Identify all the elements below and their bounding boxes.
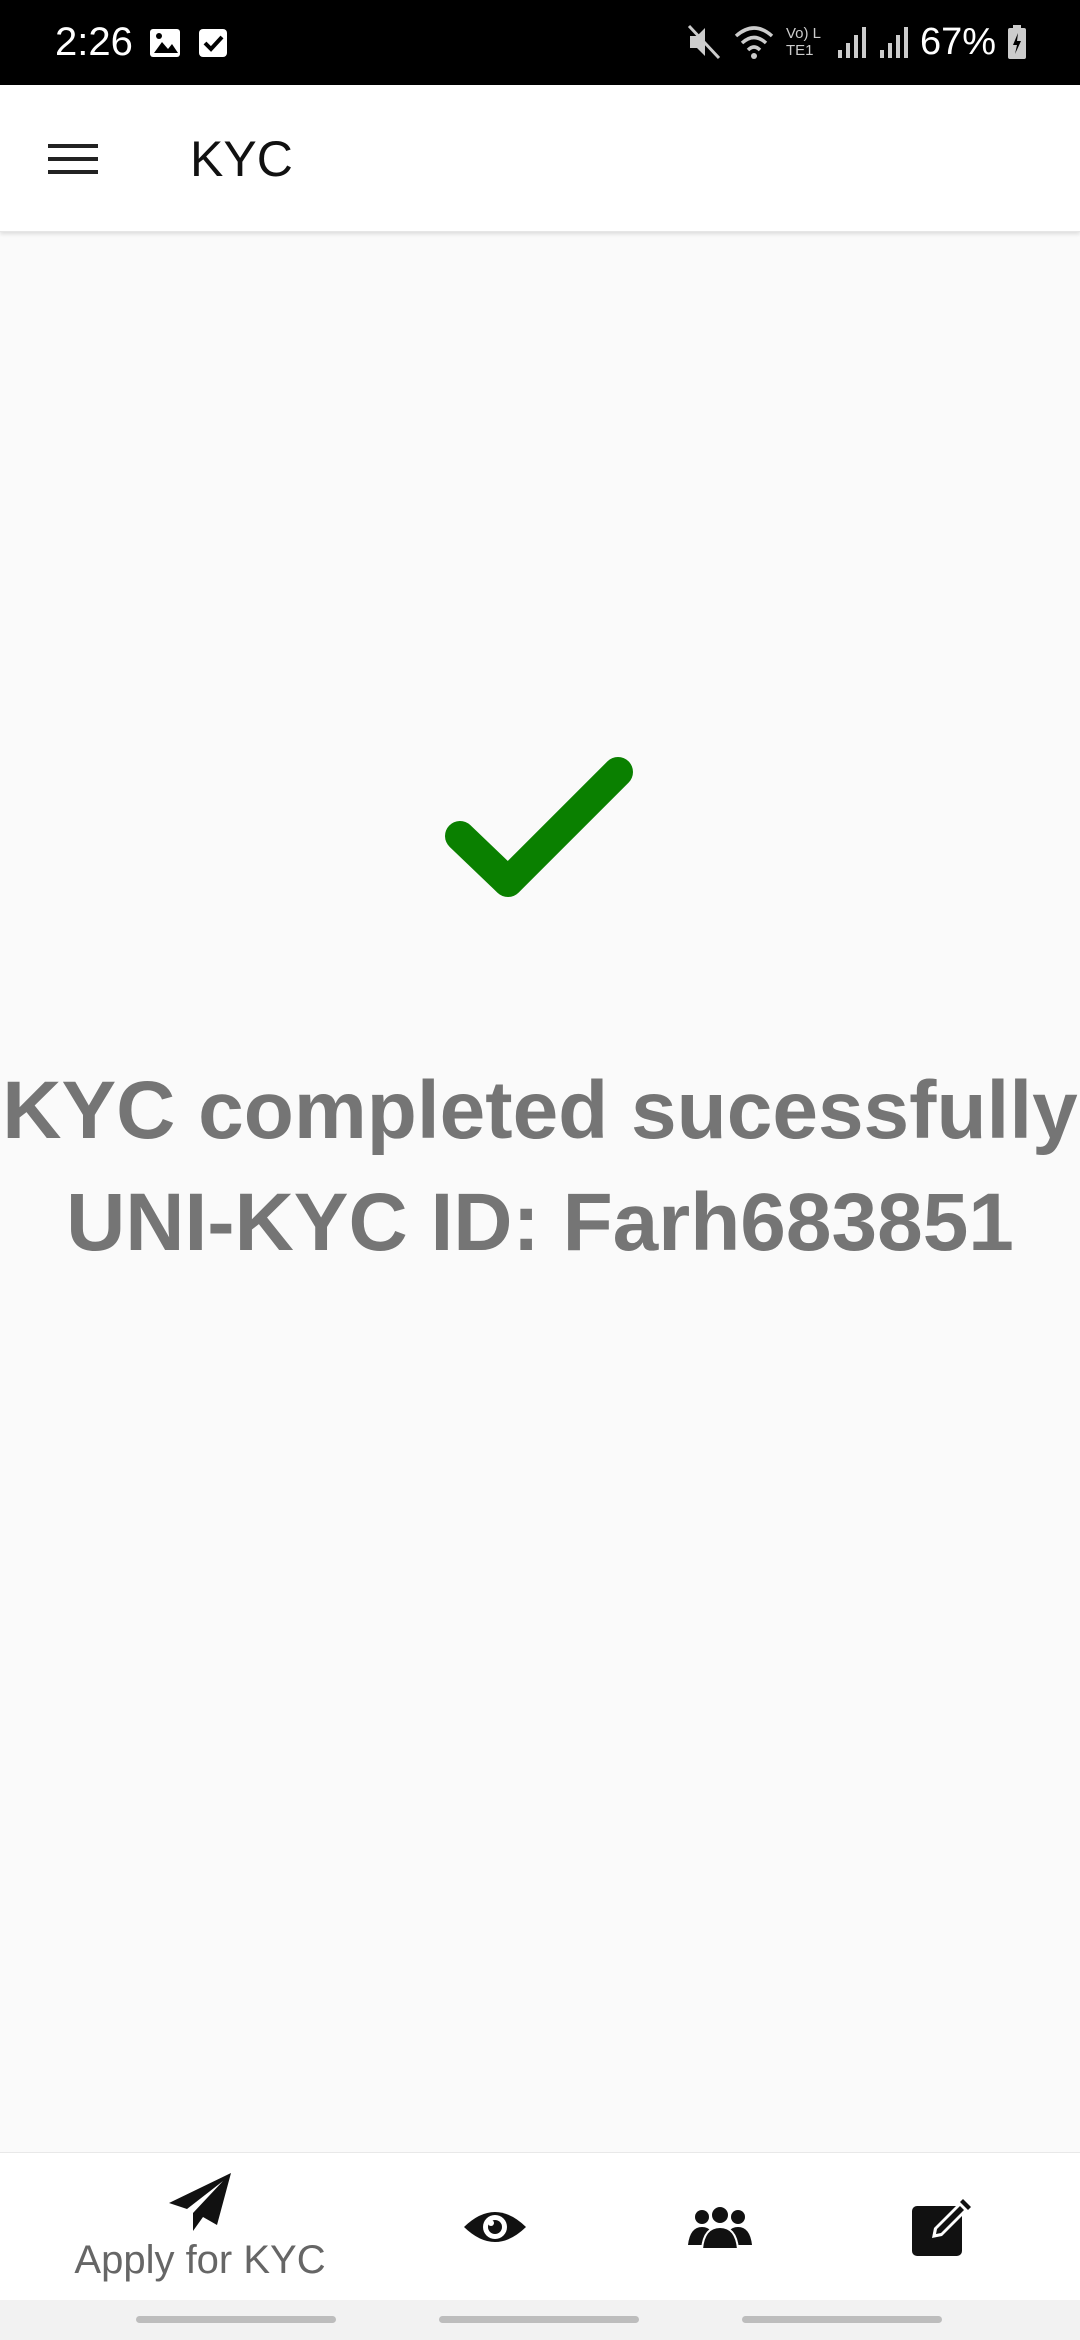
hamburger-menu-icon (48, 144, 98, 174)
gesture-handle-3[interactable] (742, 2316, 942, 2323)
status-time: 2:26 (55, 20, 133, 64)
gesture-bar (0, 2300, 1080, 2340)
success-message: KYC completed sucessfully (2, 1065, 1078, 1156)
page-title: KYC (190, 131, 293, 187)
battery-icon (1008, 25, 1026, 59)
menu-button[interactable] (40, 125, 108, 193)
paper-plane-icon (169, 2173, 231, 2231)
wifi-icon (734, 26, 774, 59)
nav-view[interactable] (420, 2153, 570, 2301)
status-bar: 2:26 Vo) LTE1 67% (0, 0, 1080, 85)
image-icon (150, 29, 180, 57)
gesture-handle-1[interactable] (136, 2316, 336, 2323)
nav-apply-for-kyc[interactable]: Apply for KYC (40, 2153, 360, 2301)
battery-percentage: 67% (919, 21, 996, 63)
edit-icon (912, 2199, 971, 2256)
nav-label-apply: Apply for KYC (74, 2238, 326, 2282)
status-message: KYC completed sucessfully UNI-KYC ID: Fa… (0, 1055, 1080, 1279)
signal-icon (837, 27, 866, 58)
gesture-handle-2[interactable] (439, 2316, 639, 2323)
nav-edit[interactable] (866, 2153, 1016, 2301)
status-system-icons: Vo) LTE1 67% (686, 18, 1028, 66)
people-icon (688, 2205, 752, 2250)
bottom-navigation: Apply for KYC (0, 2152, 1080, 2300)
status-notification-icons (148, 26, 230, 60)
nav-people[interactable] (645, 2153, 795, 2301)
mute-icon (687, 24, 721, 60)
kyc-id-text: UNI-KYC ID: Farh683851 (66, 1177, 1014, 1268)
screen: 2:26 Vo) LTE1 67% KYC KYC completed suce… (0, 0, 1080, 2340)
checkbox-notification-icon (199, 29, 227, 57)
app-bar: KYC (0, 85, 1080, 232)
eye-icon (464, 2212, 526, 2242)
checkmark-icon (445, 757, 633, 897)
signal-icon-2 (879, 27, 908, 58)
network-label: Vo) LTE1 (785, 25, 821, 59)
